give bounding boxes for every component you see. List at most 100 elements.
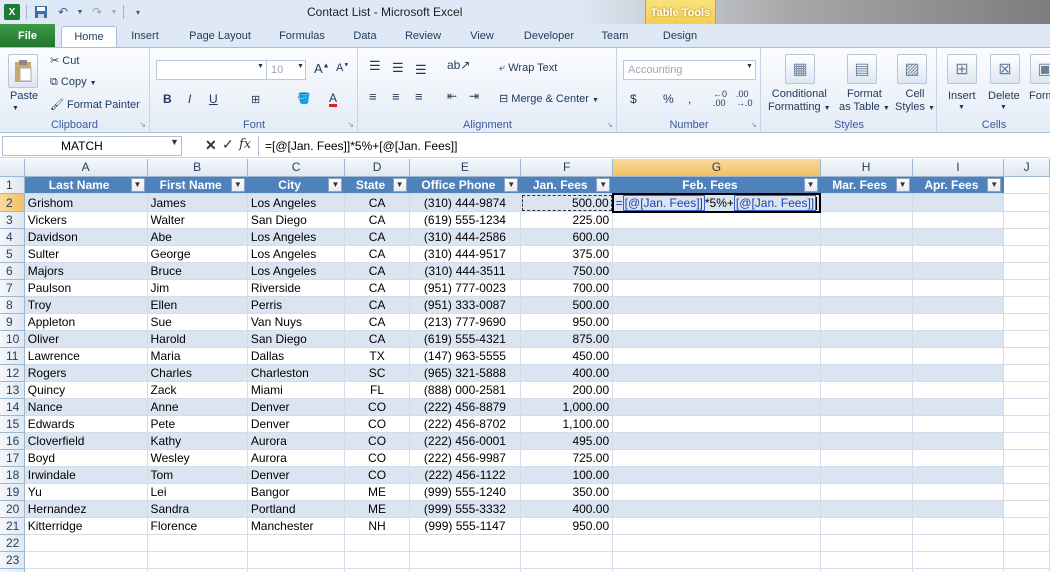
cell[interactable] <box>147 534 248 552</box>
table-cell[interactable]: 400.00 <box>520 364 614 382</box>
table-cell[interactable]: 375.00 <box>520 245 614 263</box>
tab-file[interactable]: File <box>0 24 55 48</box>
table-cell[interactable] <box>612 228 821 246</box>
format-as-table-button[interactable]: Format as Table ▼ <box>839 88 890 115</box>
table-cell[interactable]: Tom <box>147 466 248 484</box>
table-cell[interactable]: (222) 456-8702 <box>409 415 522 433</box>
table-cell[interactable] <box>912 398 1005 416</box>
table-cell[interactable]: Dallas <box>247 347 346 365</box>
conditional-formatting-button[interactable]: Conditional Formatting ▼ <box>768 88 831 115</box>
table-cell[interactable] <box>612 500 821 518</box>
filter-dropdown-icon[interactable]: ▼ <box>328 177 343 192</box>
table-cell[interactable] <box>912 330 1005 348</box>
table-cell[interactable]: CA <box>344 193 410 212</box>
table-cell[interactable]: Troy <box>24 296 148 314</box>
align-middle-icon[interactable]: ☰ <box>392 60 404 76</box>
table-cell[interactable]: Denver <box>247 466 346 484</box>
decrease-decimal-icon[interactable]: .00 →.0 <box>736 90 753 108</box>
name-box-dropdown-icon[interactable]: ▼ <box>170 137 179 147</box>
table-cell[interactable]: (222) 456-8879 <box>409 398 522 416</box>
table-cell[interactable]: Sulter <box>24 245 148 263</box>
excel-app-icon[interactable]: X <box>4 4 20 20</box>
column-header-i[interactable]: I <box>912 159 1005 177</box>
tab-view[interactable]: View <box>462 26 502 48</box>
align-top-icon[interactable]: ☰ <box>369 58 381 74</box>
table-cell[interactable] <box>820 279 913 297</box>
table-cell[interactable]: Vickers <box>24 211 148 229</box>
cell[interactable] <box>1003 364 1050 382</box>
table-cell[interactable] <box>612 262 821 280</box>
cell[interactable] <box>820 534 913 552</box>
align-right-icon[interactable]: ≡ <box>415 89 423 104</box>
cell[interactable] <box>1003 415 1050 433</box>
row-header-13[interactable]: 13 <box>0 381 25 399</box>
table-cell[interactable] <box>820 415 913 433</box>
delete-dropdown-icon[interactable]: ▼ <box>1000 104 1007 111</box>
save-icon[interactable] <box>33 4 49 20</box>
table-cell[interactable]: Los Angeles <box>247 262 346 280</box>
tab-home[interactable]: Home <box>61 26 117 48</box>
table-cell[interactable]: Ellen <box>147 296 248 314</box>
tab-data[interactable]: Data <box>345 26 385 48</box>
table-cell[interactable] <box>612 211 821 229</box>
table-cell[interactable]: SC <box>344 364 410 382</box>
table-cell[interactable] <box>612 432 821 450</box>
table-cell[interactable]: Los Angeles <box>247 245 346 263</box>
bold-icon[interactable]: B <box>163 92 172 106</box>
cell[interactable] <box>912 551 1005 569</box>
table-cell[interactable] <box>612 296 821 314</box>
table-cell[interactable]: 1,000.00 <box>520 398 614 416</box>
filter-dropdown-icon[interactable]: ▼ <box>392 177 407 192</box>
table-cell[interactable] <box>820 500 913 518</box>
cell[interactable] <box>1003 517 1050 535</box>
table-cell[interactable]: CO <box>344 449 410 467</box>
table-cell[interactable] <box>612 245 821 263</box>
table-cell[interactable]: Maria <box>147 347 248 365</box>
table-cell[interactable]: Charleston <box>247 364 346 382</box>
table-cell[interactable]: TX <box>344 347 410 365</box>
tab-review[interactable]: Review <box>398 26 448 48</box>
cell[interactable] <box>247 551 346 569</box>
row-header-23[interactable]: 23 <box>0 551 25 569</box>
table-cell[interactable]: Kathy <box>147 432 248 450</box>
cell[interactable] <box>1003 449 1050 467</box>
number-format-box[interactable]: Accounting <box>623 60 756 80</box>
table-cell[interactable]: (619) 555-1234 <box>409 211 522 229</box>
table-cell[interactable]: Wesley <box>147 449 248 467</box>
table-cell[interactable]: Manchester <box>247 517 346 535</box>
table-cell[interactable]: 700.00 <box>520 279 614 297</box>
table-cell[interactable] <box>820 381 913 399</box>
table-cell[interactable] <box>912 381 1005 399</box>
table-cell[interactable]: 725.00 <box>520 449 614 467</box>
shrink-font-icon[interactable]: A▼ <box>336 62 349 74</box>
table-cell[interactable] <box>820 211 913 229</box>
table-cell[interactable]: Paulson <box>24 279 148 297</box>
table-cell[interactable]: (147) 963-5555 <box>409 347 522 365</box>
row-header-19[interactable]: 19 <box>0 483 25 501</box>
table-cell[interactable]: CA <box>344 262 410 280</box>
column-header-c[interactable]: C <box>247 159 346 177</box>
column-header-f[interactable]: F <box>520 159 614 177</box>
cell[interactable] <box>409 551 522 569</box>
table-cell[interactable]: Cloverfield <box>24 432 148 450</box>
table-cell[interactable] <box>820 193 913 212</box>
table-cell[interactable]: (999) 555-3332 <box>409 500 522 518</box>
cell[interactable] <box>344 568 410 572</box>
increase-decimal-icon[interactable]: ←0.00 <box>713 90 727 108</box>
column-header-d[interactable]: D <box>344 159 410 177</box>
table-cell[interactable] <box>612 313 821 331</box>
table-cell[interactable]: George <box>147 245 248 263</box>
table-cell[interactable] <box>820 364 913 382</box>
cell[interactable] <box>1003 500 1050 518</box>
table-cell[interactable] <box>820 517 913 535</box>
table-cell[interactable]: 875.00 <box>520 330 614 348</box>
table-header-cell[interactable]: City ▼ <box>247 176 346 194</box>
table-cell[interactable] <box>820 245 913 263</box>
cell[interactable] <box>344 534 410 552</box>
cell[interactable] <box>1003 296 1050 314</box>
tab-formulas[interactable]: Formulas <box>272 26 332 48</box>
cell[interactable] <box>820 551 913 569</box>
cell[interactable] <box>24 551 148 569</box>
table-header-cell[interactable]: Mar. Fees ▼ <box>820 176 913 194</box>
table-cell[interactable] <box>912 279 1005 297</box>
